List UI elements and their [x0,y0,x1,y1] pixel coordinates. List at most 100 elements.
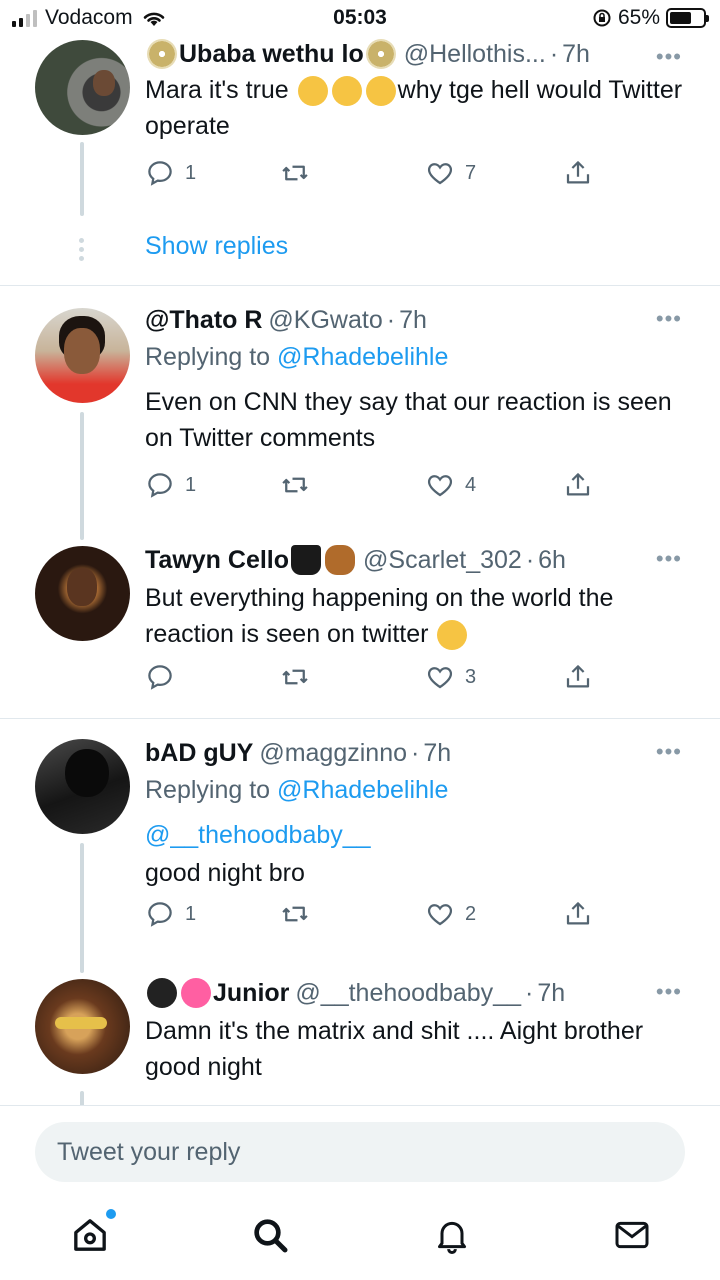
tweet-text: But everything happening on the world th… [145,580,690,652]
unamused-face-emoji-icon [437,620,468,651]
tweet-author-name[interactable]: Junior [213,977,289,1009]
like-count: 2 [465,902,477,925]
share-button[interactable] [563,158,593,188]
share-icon [566,665,590,688]
tweet-text: @__thehoodbaby__ good night bro [145,817,690,891]
top-hat-icon [291,545,322,575]
retweet-button[interactable] [280,899,310,929]
divider [0,285,720,286]
home-icon [74,1219,106,1251]
share-icon [566,902,590,925]
reply-button[interactable]: 1 [145,899,196,929]
mention-link[interactable]: @__thehoodbaby__ [145,817,690,853]
divider [0,718,720,719]
reply-bar [0,1105,720,1195]
like-button[interactable]: 3 [425,662,476,692]
show-replies-link[interactable]: Show replies [145,232,288,261]
avatar[interactable] [35,979,130,1074]
dvd-icon [365,39,396,69]
share-icon [566,161,590,184]
retweet-icon [282,906,308,922]
mail-icon [615,1221,649,1249]
reply-icon [148,473,172,498]
heart-icon [427,163,453,185]
bell-icon [438,1221,466,1254]
status-bar: Vodacom 05:03 65% [0,0,720,38]
more-options-icon[interactable]: ••• [656,306,682,332]
retweet-icon [282,165,308,181]
tweet-tawyn[interactable]: Tawyn Cello @Scarlet_302 · 6h But everyt… [0,540,720,718]
tab-notifications[interactable] [432,1215,472,1255]
tweet-thato[interactable]: @Thato R @KGwato · 7h Replying to @Rhade… [0,300,720,540]
battery-percent: 65% [617,6,660,29]
tweet-text: Mara it's true why tge hell would Twitte… [145,76,683,140]
retweet-icon [282,669,308,685]
sparkling-heart-icon [181,978,211,1008]
avatar[interactable] [35,308,130,403]
ninja-icon [147,978,177,1008]
retweet-button[interactable] [280,662,310,692]
avatar[interactable] [35,739,130,834]
reply-count: 1 [185,902,197,925]
heart-icon [427,904,453,926]
avatar[interactable] [35,40,130,135]
like-count: 7 [465,161,477,184]
tweet-text: Even on CNN they say that our reaction i… [145,388,672,452]
reply-icon [148,665,172,690]
dvd-icon [147,39,177,69]
tweet-author-name[interactable]: Ubaba wethu lo [179,38,364,70]
like-button[interactable]: 4 [425,470,476,500]
share-icon [566,473,590,496]
avatar[interactable] [35,546,130,641]
retweet-button[interactable] [280,158,310,188]
tweet-author-handle[interactable]: @Hellothis... [404,38,546,70]
more-options-icon[interactable]: ••• [656,546,682,572]
tears-of-joy-emoji-icon [331,76,362,107]
thread-line [80,142,84,216]
reply-button[interactable]: 1 [145,158,196,188]
tweet-reply-input[interactable] [35,1122,685,1182]
tweet-time: 7h [562,40,590,68]
more-options-icon[interactable]: ••• [656,739,682,765]
share-button[interactable] [563,470,593,500]
tweet-time: 7h [423,739,452,767]
retweet-icon [282,477,308,493]
tab-bar [0,1195,720,1280]
rotation-lock-icon [593,9,611,27]
reply-button[interactable] [145,662,175,692]
like-button[interactable]: 2 [425,899,476,929]
tweet-author-name[interactable]: bAD gUY [145,737,253,769]
share-button[interactable] [563,662,593,692]
thread-line [80,843,84,973]
tweet-author-name[interactable]: @Thato R [145,304,262,336]
tweet-author-handle[interactable]: @Scarlet_302 [363,544,522,576]
tweet-author-handle[interactable]: @maggzinno [259,737,407,769]
thread-line [80,1091,84,1105]
tweet-bad-guy[interactable]: bAD gUY @maggzinno · 7h Replying to @Rha… [0,733,720,973]
replying-to: Replying to @Rhadebelihle [145,343,449,371]
tweet-author-name[interactable]: Tawyn Cello [145,544,289,576]
replying-to-link[interactable]: @Rhadebelihle [277,776,448,804]
tab-messages[interactable] [612,1215,652,1255]
tweet-junior[interactable]: Junior @__thehoodbaby__ · 7h Damn it's t… [0,973,720,1105]
tweet-author-handle[interactable]: @KGwato [268,304,382,336]
search-icon [254,1219,288,1253]
heart-icon [427,667,453,689]
tweet-ubaba[interactable]: Ubaba wethu lo @Hellothis... · 7h Mara i… [0,38,720,285]
tab-search[interactable] [250,1215,290,1255]
notification-dot [106,1209,116,1219]
more-options-icon[interactable]: ••• [656,979,682,1005]
reply-icon [148,902,172,927]
tab-home[interactable] [70,1209,116,1255]
reply-icon [148,161,172,186]
replying-to: Replying to @Rhadebelihle [145,776,449,804]
replying-to-link[interactable]: @Rhadebelihle [277,343,448,371]
battery-icon [666,8,709,28]
tweet-author-handle[interactable]: @__thehoodbaby__ [295,977,521,1009]
more-options-icon[interactable]: ••• [656,44,682,70]
reply-button[interactable]: 1 [145,470,196,500]
tears-of-joy-emoji-icon [297,76,328,107]
retweet-button[interactable] [280,470,310,500]
share-button[interactable] [563,899,593,929]
like-button[interactable]: 7 [425,158,476,188]
